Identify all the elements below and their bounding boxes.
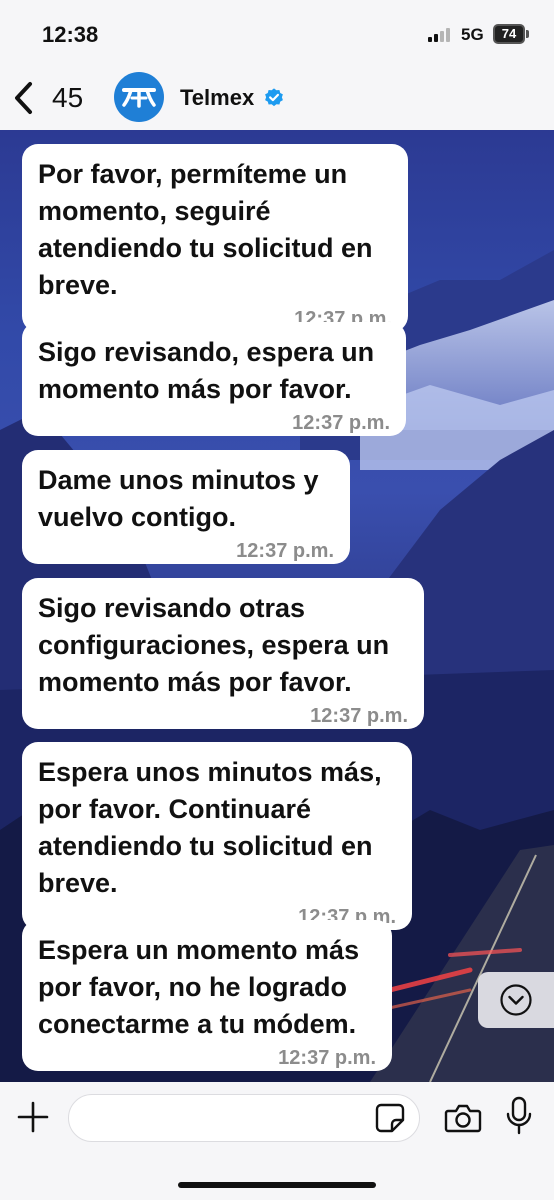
unread-count: 45 xyxy=(52,82,84,113)
message-text: Espera unos minutos más, por favor. Cont… xyxy=(38,757,382,898)
chevron-down-icon xyxy=(500,984,532,1016)
message-time: 12:37 p.m. xyxy=(236,540,334,562)
message-bubble[interactable]: Sigo revisando otras configuraciones, es… xyxy=(22,578,424,729)
chat-header: 45 Telmex xyxy=(0,66,554,130)
message-bubble[interactable]: Espera unos minutos más, por favor. Cont… xyxy=(22,742,412,930)
chevron-left-icon xyxy=(15,82,32,114)
message-time: 12:37 p.m. xyxy=(278,1047,376,1069)
message-time: 12:37 p.m. xyxy=(292,412,390,434)
microphone-icon[interactable] xyxy=(506,1096,532,1136)
message-bubble[interactable]: Dame unos minutos y vuelvo contigo. 12:3… xyxy=(22,450,350,564)
status-time: 12:38 xyxy=(42,22,99,47)
sticker-icon[interactable] xyxy=(374,1102,406,1134)
scroll-to-bottom-button[interactable] xyxy=(478,972,554,1028)
status-bar: 12:38 5G 74 xyxy=(0,0,554,66)
message-bubble[interactable]: Por favor, permíteme un momento, seguiré… xyxy=(22,144,408,332)
message-bubble[interactable]: Espera un momento más por favor, no he l… xyxy=(22,920,392,1071)
chat-area[interactable]: Por favor, permíteme un momento, seguiré… xyxy=(0,130,554,1082)
verified-badge-icon xyxy=(265,88,283,107)
contact-name[interactable]: Telmex xyxy=(180,85,254,111)
plus-icon[interactable] xyxy=(16,1100,50,1134)
message-text: Sigo revisando otras configuraciones, es… xyxy=(38,593,390,697)
message-bubble[interactable]: Sigo revisando, espera un momento más po… xyxy=(22,322,406,436)
back-button[interactable]: 45 xyxy=(10,78,100,118)
telmex-logo-icon xyxy=(122,88,156,108)
message-text: Sigo revisando, espera un momento más po… xyxy=(38,337,375,404)
message-text: Espera un momento más por favor, no he l… xyxy=(38,935,360,1039)
avatar[interactable] xyxy=(114,72,164,122)
network-type: 5G xyxy=(461,25,484,44)
message-text: Dame unos minutos y vuelvo contigo. xyxy=(38,465,319,532)
message-input[interactable] xyxy=(68,1094,420,1142)
message-time: 12:37 p.m. xyxy=(310,705,408,727)
battery-icon: 74 xyxy=(493,24,525,44)
camera-icon[interactable] xyxy=(444,1102,482,1134)
message-text: Por favor, permíteme un momento, seguiré… xyxy=(38,159,373,300)
home-indicator[interactable] xyxy=(178,1182,376,1188)
signal-bars-icon xyxy=(428,28,454,42)
battery-tip xyxy=(526,30,529,38)
battery-level: 74 xyxy=(501,26,517,41)
